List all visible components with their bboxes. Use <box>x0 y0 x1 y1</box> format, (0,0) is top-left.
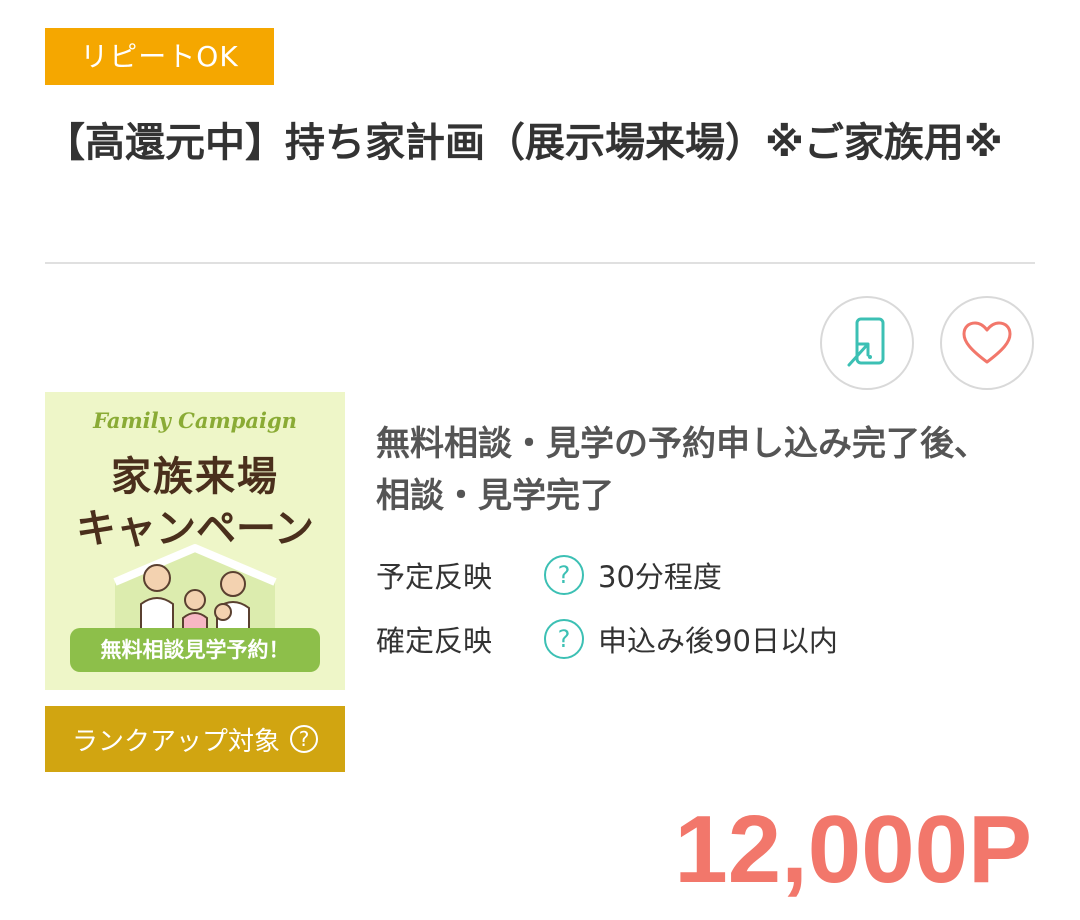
confirmed-label: 確定反映 <box>376 624 493 658</box>
achievement-condition: 無料相談・見学の予約申し込み完了後、相談・見学完了 <box>376 424 988 516</box>
help-icon[interactable]: ? <box>544 619 584 659</box>
family-illustration <box>113 544 277 634</box>
help-icon[interactable]: ? <box>290 725 318 753</box>
campaign-banner[interactable]: Family Campaign 家族来場 キャンペーン 無料相談見学予約！ <box>45 392 345 690</box>
confirmed-value: 申込み後90日以内 <box>598 624 838 658</box>
planned-label: 予定反映 <box>376 560 493 594</box>
banner-pill: 無料相談見学予約！ <box>70 628 320 672</box>
rankup-label: ランクアップ対象 <box>71 726 280 757</box>
rankup-target-button[interactable]: ランクアップ対象 ? <box>45 706 345 772</box>
repeat-ok-badge: リピートOK <box>45 28 274 85</box>
banner-jp-line1: 家族来場 <box>111 454 279 500</box>
favorite-button[interactable] <box>940 296 1034 390</box>
planned-value: 30分程度 <box>598 560 722 594</box>
offer-title: 【高還元中】持ち家計画（展示場来場）※ご家族用※ <box>45 120 1003 166</box>
divider <box>45 262 1035 264</box>
help-icon[interactable]: ? <box>544 555 584 595</box>
banner-en-title: Family Campaign <box>93 408 297 433</box>
confirmed-reflection-row: 確定反映 ? 申込み後90日以内 <box>376 616 838 662</box>
reward-points: 12,000P <box>674 796 1032 903</box>
share-button[interactable] <box>820 296 914 390</box>
phone-share-icon <box>847 317 885 367</box>
heart-icon <box>962 321 1012 364</box>
planned-reflection-row: 予定反映 ? 30分程度 <box>376 552 722 598</box>
